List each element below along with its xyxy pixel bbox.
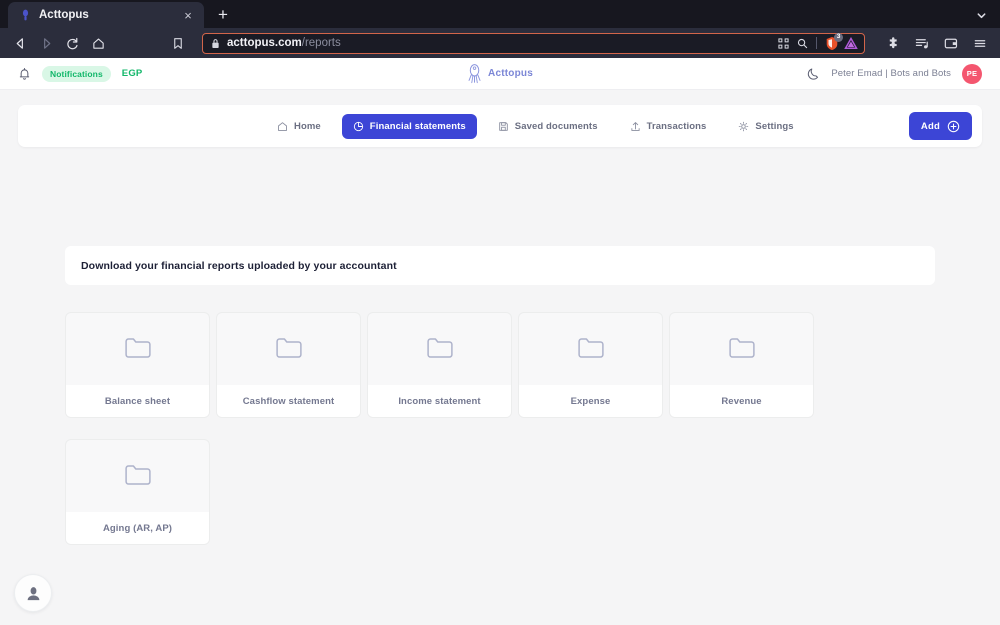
report-card-revenue[interactable]: Revenue (669, 312, 814, 418)
tab-label: Financial statements (369, 120, 466, 132)
url-path: /reports (301, 37, 341, 49)
extensions-puzzle-icon[interactable] (881, 31, 905, 55)
acttopus-logo-icon (467, 63, 482, 85)
gear-icon (738, 121, 749, 132)
address-bar[interactable]: acttopus.com/reports 3 (202, 32, 865, 54)
brave-shield-icon[interactable]: 3 (822, 33, 843, 52)
lock-icon (211, 38, 220, 49)
upload-icon (630, 121, 641, 132)
user-name: Peter Emad | Bots and Bots (831, 68, 951, 79)
bookmark-icon[interactable] (166, 31, 190, 55)
avatar[interactable]: PE (962, 63, 982, 84)
report-cards-grid: Balance sheet Cashflow statement Income … (65, 312, 935, 566)
home-icon (277, 121, 288, 132)
url-domain: acttopus.com (227, 37, 302, 49)
tab-transactions[interactable]: Transactions (619, 114, 718, 139)
folder-icon (217, 313, 360, 385)
app-header-right: Peter Emad | Bots and Bots PE (807, 63, 982, 84)
browser-window: Acttopus × + acttopus.com/reports 3 Noti… (0, 0, 1000, 625)
new-tab-button[interactable]: + (210, 1, 236, 27)
url-text: acttopus.com/reports (227, 37, 767, 49)
back-arrow-icon[interactable] (8, 31, 32, 55)
brand-logo[interactable]: Acttopus (467, 63, 533, 85)
report-card-label: Expense (519, 385, 662, 417)
tab-home[interactable]: Home (266, 114, 332, 139)
page-title: Download your financial reports uploaded… (81, 259, 397, 272)
report-card-cashflow-statement[interactable]: Cashflow statement (216, 312, 361, 418)
qr-code-icon[interactable] (774, 34, 792, 52)
folder-icon (670, 313, 813, 385)
folder-icon (66, 313, 209, 385)
browser-tab-active[interactable]: Acttopus × (8, 2, 204, 28)
currency-selector[interactable]: EGP (122, 68, 143, 79)
reload-icon[interactable] (60, 31, 84, 55)
folder-icon (368, 313, 511, 385)
report-card-expense[interactable]: Expense (518, 312, 663, 418)
browser-tab-title: Acttopus (39, 9, 89, 21)
browser-toolbar-right (881, 31, 992, 55)
shield-count-badge: 3 (834, 33, 843, 42)
forward-arrow-icon[interactable] (34, 31, 58, 55)
bell-icon[interactable] (18, 67, 31, 81)
app-header-left: Notifications EGP (18, 65, 143, 82)
tab-financial-statements[interactable]: Financial statements (341, 113, 477, 139)
report-card-label: Balance sheet (66, 385, 209, 417)
folder-icon (519, 313, 662, 385)
report-card-label: Aging (AR, AP) (66, 512, 209, 544)
chevron-down-icon[interactable] (968, 4, 994, 26)
close-icon[interactable]: × (180, 7, 196, 23)
report-card-aging[interactable]: Aging (AR, AP) (65, 439, 210, 545)
browser-tabstrip: Acttopus × + (0, 0, 1000, 28)
save-disk-icon (498, 121, 509, 132)
hamburger-menu-icon[interactable] (968, 31, 992, 55)
acttopus-favicon (20, 9, 31, 22)
browser-toolbar: acttopus.com/reports 3 (0, 28, 1000, 58)
app-header: Notifications EGP Acttopus Peter Emad | … (0, 58, 1000, 90)
tab-settings[interactable]: Settings (727, 114, 804, 139)
tab-saved-documents[interactable]: Saved documents (487, 114, 609, 139)
user-avatar-icon (25, 585, 42, 602)
nav-card: Home Financial statements Saved document… (18, 105, 982, 147)
home-icon[interactable] (86, 31, 110, 55)
tab-label: Settings (755, 120, 794, 132)
tab-label: Transactions (646, 120, 707, 132)
playlist-icon[interactable] (910, 31, 934, 55)
report-card-label: Cashflow statement (217, 385, 360, 417)
support-chat-button[interactable] (14, 574, 52, 612)
triangle-extension-icon[interactable] (842, 34, 860, 52)
pie-chart-icon (353, 121, 364, 132)
tab-label: Home (294, 120, 321, 132)
moon-icon[interactable] (807, 67, 820, 80)
heading-card: Download your financial reports uploaded… (65, 246, 935, 285)
report-card-label: Income statement (368, 385, 511, 417)
page-body: Home Financial statements Saved document… (0, 90, 1000, 625)
tab-label: Saved documents (514, 120, 598, 132)
brand-name: Acttopus (488, 68, 533, 79)
folder-icon (66, 440, 209, 512)
add-button[interactable]: Add (908, 112, 972, 140)
plus-circle-icon (947, 120, 960, 133)
report-card-income-statement[interactable]: Income statement (367, 312, 512, 418)
report-card-balance-sheet[interactable]: Balance sheet (65, 312, 210, 418)
main-nav-tabs: Home Financial statements Saved document… (266, 113, 805, 139)
wallet-icon[interactable] (939, 31, 963, 55)
add-button-label: Add (920, 120, 940, 132)
address-bar-actions: 3 (774, 33, 860, 52)
report-card-label: Revenue (670, 385, 813, 417)
search-icon[interactable] (793, 34, 811, 52)
divider (816, 37, 817, 49)
notifications-badge[interactable]: Notifications (42, 65, 111, 82)
